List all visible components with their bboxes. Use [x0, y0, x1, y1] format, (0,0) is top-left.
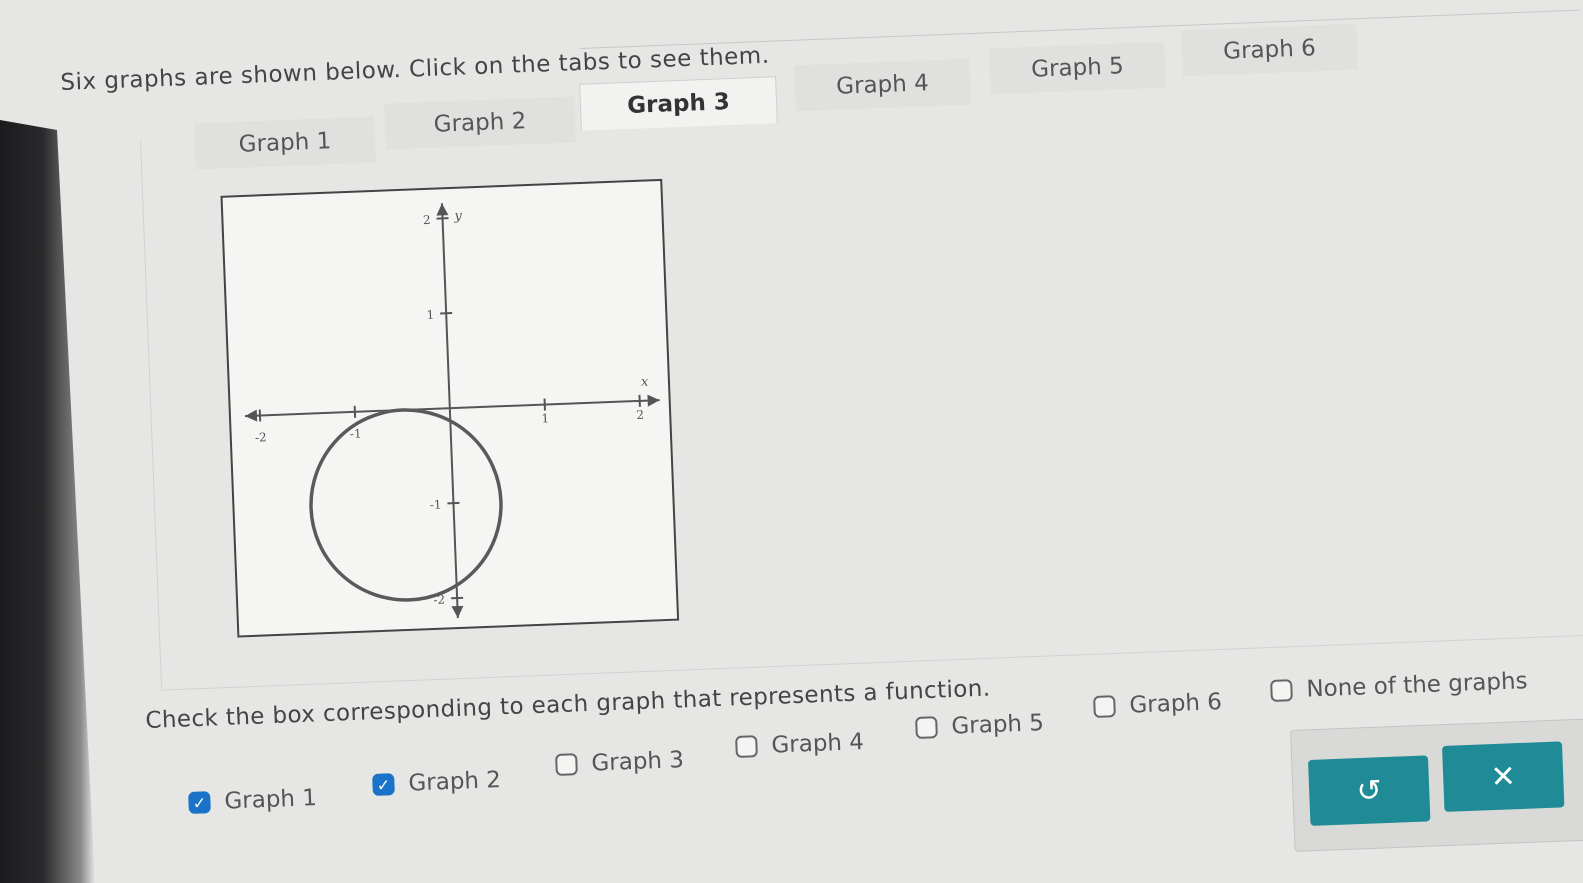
- y-tick-label: -1: [430, 498, 442, 512]
- option-graph-3[interactable]: Graph 3: [555, 747, 684, 778]
- checkbox-icon[interactable]: [1093, 695, 1116, 718]
- close-icon: ✕: [1489, 758, 1517, 795]
- checkbox-icon[interactable]: [555, 753, 578, 776]
- y-axis-label: y: [453, 209, 463, 224]
- option-graph-1[interactable]: ✓ Graph 1: [188, 785, 317, 816]
- y-tick-label: 2: [423, 213, 431, 227]
- monitor-edge-shadow: [0, 120, 95, 883]
- x-axis-label: x: [641, 375, 650, 390]
- option-label: Graph 1: [223, 785, 318, 815]
- tab-strip-line: [580, 9, 1580, 49]
- checkbox-checked-icon[interactable]: ✓: [372, 773, 395, 796]
- close-button[interactable]: ✕: [1442, 741, 1565, 812]
- checkbox-checked-icon[interactable]: ✓: [188, 791, 211, 814]
- option-none-of-the-graphs[interactable]: None of the graphs: [1270, 668, 1528, 704]
- option-graph-5[interactable]: Graph 5: [915, 710, 1044, 741]
- checkbox-icon[interactable]: [915, 716, 938, 739]
- option-label: None of the graphs: [1305, 668, 1528, 703]
- tab-graph-6[interactable]: Graph 6: [1181, 23, 1358, 77]
- option-label: Graph 6: [1128, 689, 1223, 719]
- option-graph-2[interactable]: ✓ Graph 2: [372, 767, 501, 798]
- checkbox-icon[interactable]: [735, 735, 758, 758]
- option-label: Graph 3: [590, 747, 685, 777]
- tab-graph-5[interactable]: Graph 5: [989, 41, 1166, 95]
- checkbox-icon[interactable]: [1270, 679, 1293, 702]
- option-label: Graph 5: [950, 710, 1045, 740]
- option-label: Graph 2: [407, 767, 502, 797]
- option-graph-6[interactable]: Graph 6: [1093, 689, 1222, 720]
- x-tick-label: -2: [255, 430, 267, 444]
- graph-3-plot: -2 -1 1 2 2 1 -1 -2 x y: [220, 178, 680, 638]
- option-label: Graph 4: [770, 729, 865, 759]
- y-tick-label: 1: [426, 308, 434, 322]
- tab-graph-4[interactable]: Graph 4: [794, 58, 971, 112]
- option-graph-4[interactable]: Graph 4: [735, 729, 864, 760]
- x-tick-label: 1: [541, 411, 549, 425]
- x-tick-label: 2: [636, 408, 644, 422]
- undo-icon: ↺: [1355, 772, 1383, 809]
- undo-button[interactable]: ↺: [1308, 755, 1431, 826]
